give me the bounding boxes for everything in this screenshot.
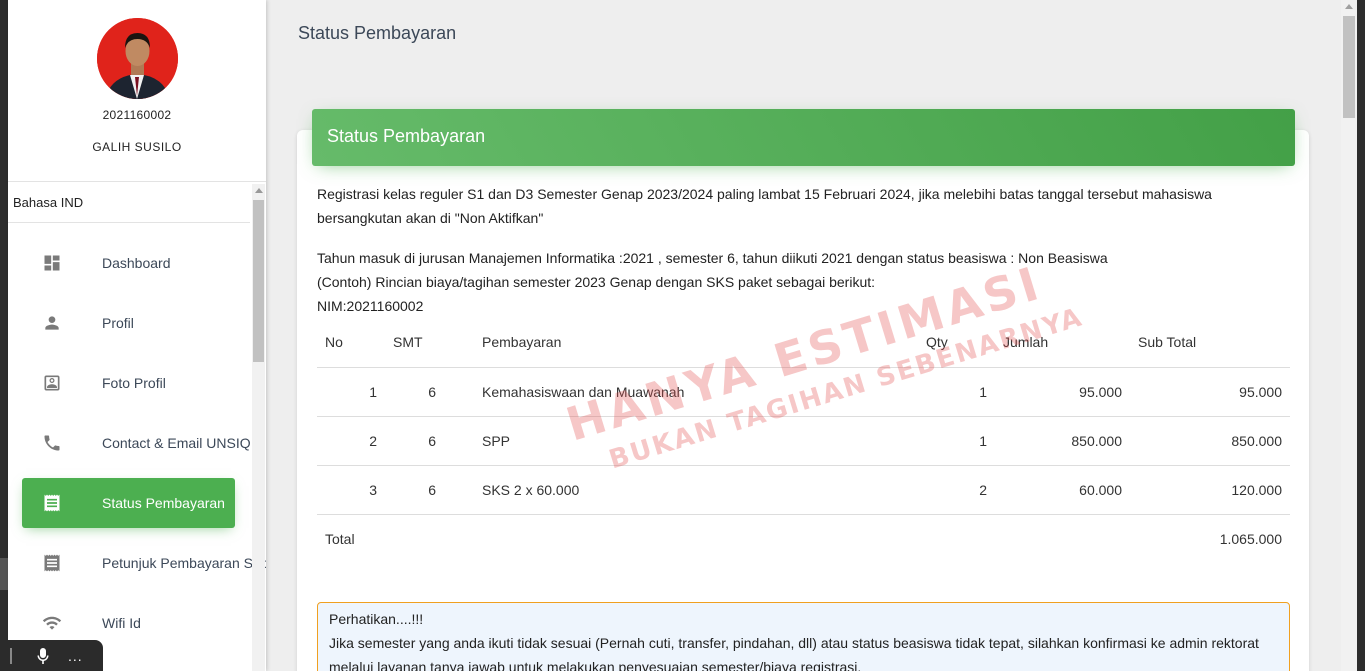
cell-qty: 1 bbox=[918, 367, 995, 417]
scroll-up-arrow-icon[interactable] bbox=[255, 188, 263, 193]
table-row: 2 6 SPP 1 850.000 850.000 bbox=[317, 416, 1290, 466]
table-row: 3 6 SKS 2 x 60.000 2 60.000 120.000 bbox=[317, 465, 1290, 515]
registration-notice: Registrasi kelas reguler S1 dan D3 Semes… bbox=[317, 182, 1277, 230]
cell-no: 2 bbox=[317, 416, 385, 466]
cell-subtotal: 850.000 bbox=[1130, 416, 1290, 466]
page-scroll-thumb[interactable] bbox=[1343, 16, 1355, 118]
col-qty: Qty bbox=[918, 318, 995, 368]
cell-qty: 2 bbox=[918, 465, 995, 515]
phone-icon bbox=[42, 433, 62, 453]
sidebar-item-dashboard[interactable]: Dashboard bbox=[22, 238, 235, 288]
sidebar-item-label: Petunjuk Pembayaran Shopee bbox=[102, 555, 266, 571]
photo-profile-icon bbox=[42, 373, 62, 393]
registration-notice-line: bersangkutan akan di "Non Aktifkan" bbox=[317, 210, 544, 226]
col-smt: SMT bbox=[385, 318, 474, 368]
sidebar-item-foto-profil[interactable]: Foto Profil bbox=[22, 358, 235, 408]
window-notch bbox=[0, 558, 8, 590]
attention-alert: Perhatikan....!!! Jika semester yang and… bbox=[317, 602, 1290, 671]
language-selector[interactable]: Bahasa IND bbox=[8, 183, 250, 223]
more-options-icon[interactable]: ... bbox=[68, 648, 83, 664]
col-no: No bbox=[317, 318, 385, 368]
cell-subtotal: 120.000 bbox=[1130, 465, 1290, 515]
cell-smt: 6 bbox=[385, 367, 474, 417]
voice-toolbar: ... bbox=[0, 640, 103, 671]
person-icon bbox=[42, 313, 62, 333]
sidebar-scroll-thumb[interactable] bbox=[253, 200, 264, 362]
card-title: Status Pembayaran bbox=[327, 126, 486, 146]
sidebar-item-label: Wifi Id bbox=[102, 615, 141, 631]
cell-smt: 6 bbox=[385, 416, 474, 466]
cell-jumlah: 850.000 bbox=[995, 416, 1130, 466]
receipt-icon bbox=[42, 553, 62, 573]
student-info: Tahun masuk di jurusan Manajemen Informa… bbox=[317, 246, 1277, 318]
registration-notice-line: Registrasi kelas reguler S1 dan D3 Semes… bbox=[317, 186, 1212, 202]
student-name: GALIH SUSILO bbox=[92, 140, 182, 154]
profile-panel: 2021160002 GALIH SUSILO bbox=[8, 0, 266, 182]
total-label: Total bbox=[325, 530, 355, 547]
sidebar-item-label: Status Pembayaran bbox=[102, 495, 225, 511]
sidebar-item-label: Contact & Email UNSIQ bbox=[102, 435, 251, 451]
sidebar-menu: Dashboard Profil Foto Profil Contact & E… bbox=[8, 238, 266, 658]
dashboard-icon bbox=[42, 253, 62, 273]
page-title: Status Pembayaran bbox=[298, 23, 457, 43]
cell-qty: 1 bbox=[918, 416, 995, 466]
window-left-strip bbox=[0, 0, 8, 671]
alert-text: Jika semester yang anda ikuti tidak sesu… bbox=[329, 635, 1259, 651]
sidebar-scrollbar[interactable] bbox=[252, 184, 265, 671]
cell-pembayaran: SPP bbox=[474, 416, 918, 466]
cell-subtotal: 95.000 bbox=[1130, 367, 1290, 417]
cell-no: 1 bbox=[317, 367, 385, 417]
window-right-edge bbox=[1357, 0, 1365, 671]
payment-table: No SMT Pembayaran Qty Jumlah Sub Total 1… bbox=[317, 318, 1290, 563]
cell-smt: 6 bbox=[385, 465, 474, 515]
sidebar-item-profil[interactable]: Profil bbox=[22, 298, 235, 348]
table-row: 1 6 Kemahasiswaan dan Muawanah 1 95.000 … bbox=[317, 367, 1290, 417]
page-scrollbar[interactable] bbox=[1341, 0, 1357, 671]
alert-text: melalui layanan tanya jawab untuk melaku… bbox=[329, 659, 862, 671]
nim-info: NIM:2021160002 bbox=[317, 298, 424, 314]
card-header: Status Pembayaran bbox=[312, 109, 1295, 166]
wifi-icon bbox=[42, 613, 62, 633]
avatar-photo bbox=[97, 18, 178, 99]
total-value: 1.065.000 bbox=[1219, 530, 1282, 547]
table-header-row: No SMT Pembayaran Qty Jumlah Sub Total bbox=[317, 318, 1290, 368]
cell-pembayaran: SKS 2 x 60.000 bbox=[474, 465, 918, 515]
col-jumlah: Jumlah bbox=[995, 318, 1130, 368]
col-pembayaran: Pembayaran bbox=[474, 318, 918, 368]
sidebar-item-petunjuk-shopee[interactable]: Petunjuk Pembayaran Shopee bbox=[22, 538, 266, 588]
receipt-icon bbox=[42, 493, 62, 513]
sidebar: 2021160002 GALIH SUSILO Bahasa IND Dashb… bbox=[8, 0, 266, 671]
sidebar-item-status-pembayaran[interactable]: Status Pembayaran bbox=[22, 478, 235, 528]
sidebar-item-contact[interactable]: Contact & Email UNSIQ bbox=[22, 418, 251, 468]
avatar[interactable] bbox=[97, 18, 178, 99]
cell-jumlah: 95.000 bbox=[995, 367, 1130, 417]
sidebar-item-label: Dashboard bbox=[102, 255, 171, 271]
enrollment-info: Tahun masuk di jurusan Manajemen Informa… bbox=[317, 250, 1108, 266]
col-subtotal: Sub Total bbox=[1130, 318, 1290, 368]
scroll-up-arrow-icon[interactable] bbox=[1345, 4, 1353, 9]
sidebar-item-label: Foto Profil bbox=[102, 375, 166, 391]
alert-title: Perhatikan....!!! bbox=[329, 611, 424, 627]
table-total-row: Total 1.065.000 bbox=[317, 514, 1290, 563]
toolbar-separator bbox=[10, 647, 12, 664]
sidebar-item-label: Profil bbox=[102, 315, 134, 331]
student-nim: 2021160002 bbox=[102, 108, 172, 122]
cell-jumlah: 60.000 bbox=[995, 465, 1130, 515]
cell-pembayaran: Kemahasiswaan dan Muawanah bbox=[474, 367, 918, 417]
cell-no: 3 bbox=[317, 465, 385, 515]
microphone-icon[interactable] bbox=[36, 647, 50, 664]
fee-example-info: (Contoh) Rincian biaya/tagihan semester … bbox=[317, 274, 876, 290]
